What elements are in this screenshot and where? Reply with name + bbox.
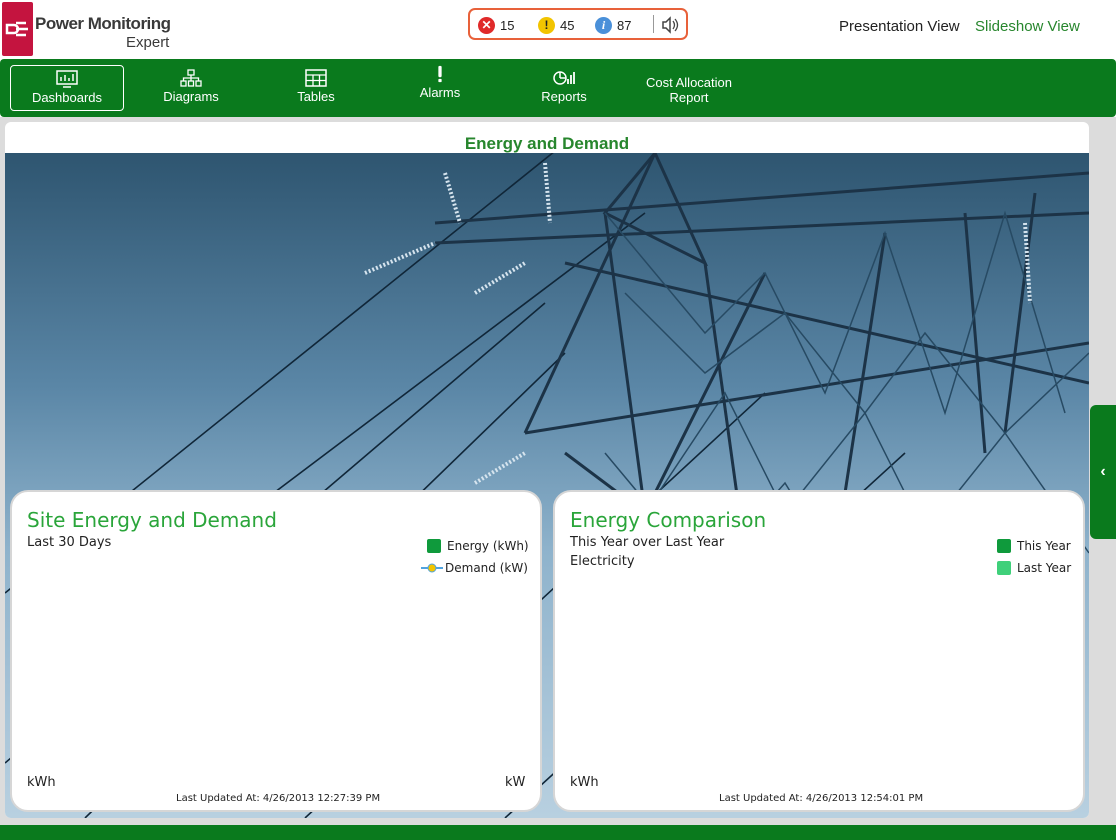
side-panel-toggle[interactable]: ‹ [1090, 405, 1116, 539]
legend-this-year-label: This Year [1017, 539, 1071, 553]
site-energy-card: Site Energy and Demand Last 30 Days Ener… [10, 490, 542, 812]
energy-swatch [427, 539, 441, 553]
site-energy-title: Site Energy and Demand [27, 508, 277, 532]
nav-cost-allocation-label-2: Report [669, 90, 709, 105]
energy-comparison-subtitle: This Year over Last Year [570, 535, 725, 550]
table-icon [305, 69, 327, 87]
nav-reports-label: Reports [541, 89, 587, 104]
energy-comparison-card: Energy Comparison This Year over Last Ye… [553, 490, 1085, 812]
legend-energy-label: Energy (kWh) [447, 539, 529, 553]
legend-demand-label: Demand (kW) [445, 561, 528, 575]
slideshow-view-link[interactable]: Slideshow View [975, 18, 1080, 35]
nav-alarms-label: Alarms [419, 85, 461, 100]
warning-count: 45 [560, 17, 575, 33]
legend-demand[interactable]: Demand (kW) [421, 561, 528, 575]
legend-energy[interactable]: Energy (kWh) [427, 539, 529, 553]
error-alarms[interactable]: ✕ 15 [478, 16, 514, 34]
footer-bar [0, 825, 1116, 840]
left-axis-unit: kWh [27, 775, 56, 790]
warning-alarms[interactable]: ! 45 [538, 16, 574, 34]
presentation-view-link[interactable]: Presentation View [839, 18, 960, 35]
last-updated: Last Updated At: 4/26/2013 12:27:39 PM [176, 793, 381, 804]
report-icon [553, 71, 575, 85]
alarm-divider [653, 15, 654, 33]
nav-diagrams[interactable]: Diagrams [140, 65, 242, 111]
nav-tables[interactable]: Tables [266, 65, 366, 111]
site-energy-subtitle: Last 30 Days [27, 535, 112, 550]
nav-dashboards[interactable]: Dashboards [10, 65, 124, 111]
info-icon: i [595, 16, 612, 34]
right-axis-unit: kW [505, 775, 526, 790]
warning-icon: ! [538, 16, 555, 34]
nav-alarms[interactable]: Alarms [392, 65, 488, 111]
legend-last-year-label: Last Year [1017, 561, 1072, 575]
diagram-icon [180, 69, 202, 87]
left-axis-unit: kWh [570, 775, 599, 790]
info-alarms[interactable]: i 87 [595, 16, 631, 34]
energy-comparison-title: Energy Comparison [570, 508, 767, 532]
alarm-icon [438, 65, 442, 83]
nav-cost-allocation-label: Cost Allocation [646, 75, 732, 90]
main-nav: Dashboards Diagrams Tables Alarms Report… [0, 59, 1116, 117]
nav-diagrams-label: Diagrams [163, 89, 219, 104]
header: Power Monitoring Expert ✕ 15 ! 45 i 87 P… [0, 0, 1116, 59]
logo-icon [2, 2, 33, 56]
last-updated: Last Updated At: 4/26/2013 12:54:01 PM [719, 793, 924, 804]
alarm-summary[interactable]: ✕ 15 ! 45 i 87 [468, 8, 688, 40]
error-icon: ✕ [478, 16, 495, 34]
info-count: 87 [617, 17, 632, 33]
legend-last-year[interactable]: Last Year [997, 561, 1071, 575]
nav-reports[interactable]: Reports [514, 65, 614, 111]
last-year-swatch [997, 561, 1011, 575]
energy-comparison-commodity: Electricity [570, 554, 635, 569]
speaker-icon[interactable] [660, 15, 680, 35]
error-count: 15 [500, 17, 515, 33]
nav-dashboards-label: Dashboards [31, 90, 103, 105]
this-year-swatch [997, 539, 1011, 553]
chevron-left-icon: ‹ [1100, 463, 1106, 480]
nav-tables-label: Tables [297, 89, 335, 104]
dashboard-icon [56, 70, 78, 88]
dashboard-title: Energy and Demand [464, 134, 630, 153]
nav-cost-allocation-report[interactable]: Cost Allocation Report [632, 75, 746, 121]
legend-this-year[interactable]: This Year [997, 539, 1071, 553]
app-title: Power Monitoring [35, 14, 171, 33]
app-subtitle: Expert [126, 34, 170, 51]
demand-line-swatch [421, 563, 443, 573]
